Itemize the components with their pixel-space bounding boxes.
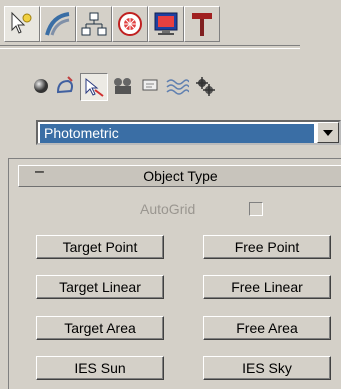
autogrid-label: AutoGrid [140,201,196,217]
target-linear-button[interactable]: Target Linear [36,275,164,299]
target-area-button[interactable]: Target Area [36,316,164,340]
lights-category-button[interactable] [80,73,108,101]
light-icon [85,77,104,97]
rollout-header[interactable]: – Object Type [18,163,341,187]
modify-tab[interactable] [40,6,76,42]
camera-icon [114,78,131,94]
cameras-category-button[interactable] [110,73,136,99]
geometry-category-button[interactable] [28,73,54,99]
hierarchy-tab[interactable] [76,6,112,42]
utilities-tab[interactable] [184,6,220,42]
systems-category-button[interactable] [192,73,218,99]
wave-icon [166,79,189,95]
hammer-icon [192,13,212,36]
rollout-title: Object Type [143,168,218,184]
chevron-down-icon [323,129,333,136]
display-monitor-icon [154,12,178,35]
free-area-button[interactable]: Free Area [203,316,331,340]
light-type-dropdown[interactable]: Photometric [36,120,341,145]
ies-sun-button[interactable]: IES Sun [36,356,164,380]
shapes-category-button[interactable] [52,73,78,99]
helper-icon [142,79,158,91]
target-point-button[interactable]: Target Point [36,235,164,259]
helpers-category-button[interactable] [138,73,164,99]
modify-curve-icon [45,12,70,36]
dropdown-arrow-button[interactable] [317,122,339,143]
free-point-button[interactable]: Free Point [203,235,331,259]
gears-icon [196,77,215,96]
dropdown-selected-value: Photometric [40,124,314,143]
display-tab[interactable] [148,6,184,42]
space-warps-category-button[interactable] [164,73,190,99]
star-pointer-icon [11,11,32,34]
hierarchy-icon [81,12,107,36]
motion-tab[interactable] [112,6,148,42]
motion-icon [118,12,142,36]
object-type-rollout [8,158,341,389]
command-panel-tabs [0,0,341,49]
shapes-icon [56,76,73,94]
sphere-icon [34,79,48,93]
create-tab[interactable] [4,6,40,42]
autogrid-checkbox[interactable] [249,202,263,216]
free-linear-button[interactable]: Free Linear [203,275,331,299]
ies-sky-button[interactable]: IES Sky [203,356,331,380]
